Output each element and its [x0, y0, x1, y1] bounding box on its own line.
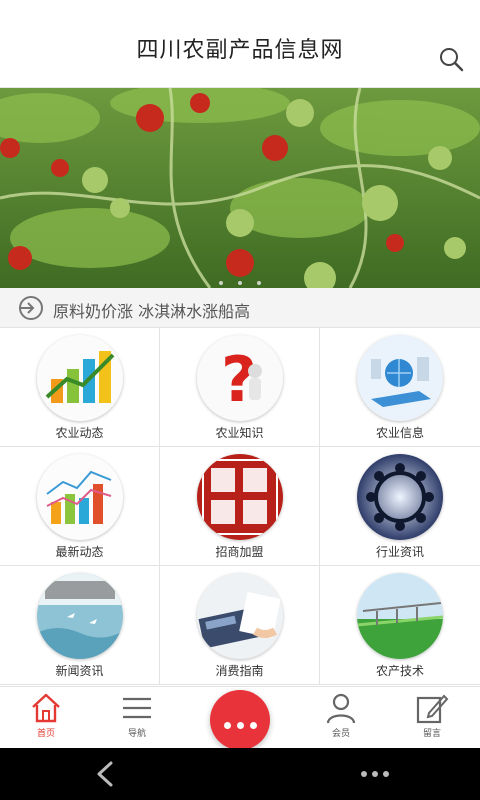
line-chart-icon — [37, 454, 123, 540]
news-ticker[interactable]: 原料奶价涨 冰淇淋水涨船高 — [0, 288, 480, 328]
edit-icon — [416, 694, 449, 724]
grid-item-latest-news[interactable]: 最新动态 — [0, 447, 160, 566]
tab-home[interactable]: 首页 — [16, 691, 76, 745]
grid-item-industry-news[interactable]: 行业资讯 — [320, 447, 480, 566]
grid-item-agri-news[interactable]: 农业动态 — [0, 328, 160, 447]
tab-label: 首页 — [36, 729, 55, 739]
category-grid: 农业动态 ? 农业知识 农业信息 最新动态 招商加盟 行业资讯 新闻资讯 消费指… — [0, 328, 480, 686]
page-title: 四川农副产品信息网 — [136, 38, 344, 63]
ticker-headline[interactable]: 原料奶价涨 冰淇淋水涨船高 — [53, 298, 250, 322]
overflow-menu-icon[interactable] — [360, 770, 390, 778]
carousel-indicator — [0, 270, 480, 285]
search-icon[interactable] — [438, 46, 464, 72]
grid-item-label: 消费指南 — [215, 664, 264, 678]
grid-item-franchise[interactable]: 招商加盟 — [160, 447, 320, 566]
people-circle-icon — [357, 454, 443, 540]
more-button[interactable] — [210, 690, 270, 750]
grid-item-label: 招商加盟 — [215, 545, 264, 559]
tab-message[interactable]: 留言 — [402, 691, 462, 745]
globe-laptop-icon — [357, 335, 443, 421]
menu-icon — [123, 697, 151, 719]
grid-item-label: 农业动态 — [55, 426, 104, 440]
calculator-icon — [197, 573, 283, 659]
more-dots-icon — [210, 714, 270, 733]
tab-navigation[interactable]: 导航 — [107, 691, 167, 745]
back-icon[interactable] — [94, 760, 116, 788]
grid-item-agri-tech[interactable]: 农产技术 — [320, 566, 480, 685]
question-mark-icon: ? — [197, 335, 283, 421]
home-icon — [32, 693, 60, 723]
system-nav-bar — [0, 748, 480, 800]
grid-item-label: 农业信息 — [375, 426, 424, 440]
irrigation-field-icon — [357, 573, 443, 659]
tab-label: 留言 — [422, 729, 441, 739]
grid-item-news-info[interactable]: 新闻资讯 — [0, 566, 160, 685]
tab-label: 会员 — [331, 729, 350, 739]
bar-chart-icon — [37, 335, 123, 421]
grid-item-label: 新闻资讯 — [55, 664, 104, 678]
enter-arrow-icon — [19, 296, 43, 320]
grid-item-label: 最新动态 — [55, 545, 104, 559]
carousel-dot[interactable] — [218, 281, 223, 285]
banner-carousel[interactable] — [0, 88, 480, 288]
grid-item-agri-knowledge[interactable]: ? 农业知识 — [160, 328, 320, 447]
user-icon — [326, 693, 356, 724]
grid-item-label: 农产技术 — [375, 664, 424, 678]
app-header: 四川农副产品信息网 — [0, 0, 480, 88]
tab-member[interactable]: 会员 — [311, 691, 371, 745]
tab-label: 导航 — [127, 729, 146, 739]
grid-item-label: 农业知识 — [215, 426, 264, 440]
franchise-stamp-icon — [197, 454, 283, 540]
app-screen: 四川农副产品信息网 原料奶价涨 冰淇淋水涨船高 农业动态 ? 农业知识 农业信息… — [0, 0, 480, 800]
grid-item-label: 行业资讯 — [375, 545, 424, 559]
grid-item-consumer-guide[interactable]: 消费指南 — [160, 566, 320, 685]
banner-image — [0, 88, 480, 288]
grid-item-agri-info[interactable]: 农业信息 — [320, 328, 480, 447]
carousel-dot[interactable] — [238, 281, 242, 285]
news-icon — [37, 573, 123, 659]
